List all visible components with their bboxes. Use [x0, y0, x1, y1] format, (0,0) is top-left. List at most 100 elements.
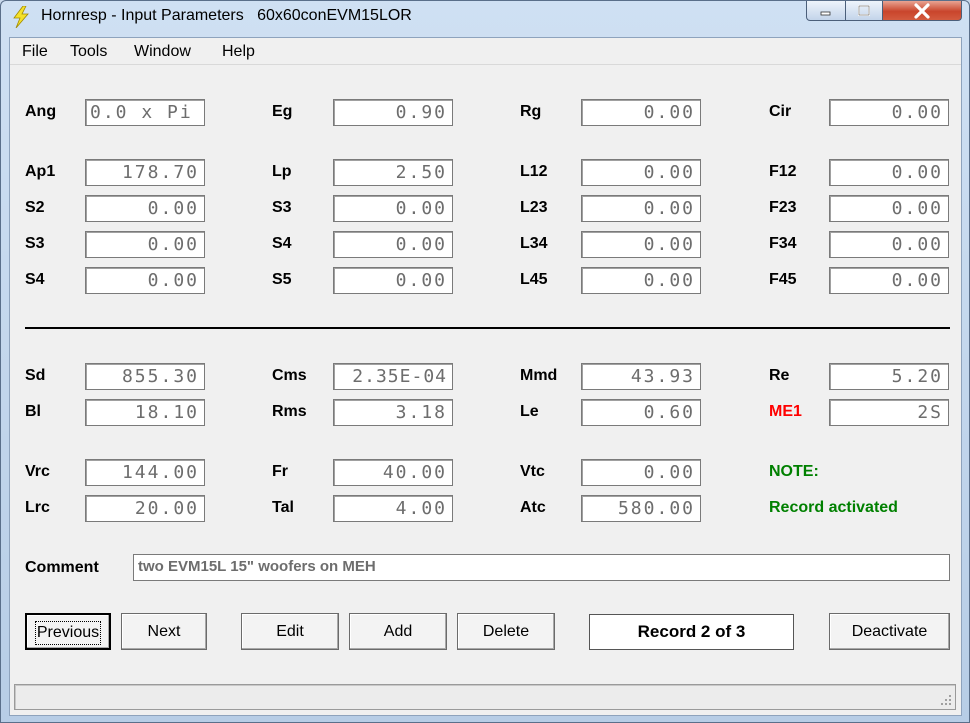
param-field[interactable]: 20.00	[85, 495, 205, 522]
param-label: S2	[25, 199, 45, 216]
menu-tools[interactable]: Tools	[70, 43, 107, 61]
title-bar[interactable]: Hornresp - Input Parameters 60x60conEVM1…	[1, 1, 969, 35]
edit-button[interactable]: Edit	[241, 613, 339, 650]
param-field[interactable]: 0.00	[581, 231, 701, 258]
param-label: Vrc	[25, 463, 50, 480]
param-label: Lrc	[25, 499, 50, 516]
record-indicator: Record 2 of 3	[589, 614, 794, 650]
param-field[interactable]: 0.00	[85, 195, 205, 222]
minimize-button[interactable]	[806, 1, 846, 21]
delete-button-label: Delete	[482, 623, 530, 640]
param-field[interactable]: 0.00	[581, 195, 701, 222]
deactivate-button-label: Deactivate	[851, 623, 928, 640]
param-label: Cms	[272, 367, 307, 384]
close-button[interactable]	[882, 1, 962, 21]
param-field[interactable]: 3.18	[333, 399, 453, 426]
comment-label: Comment	[25, 559, 99, 576]
previous-button-label: Previous	[34, 621, 102, 645]
param-field[interactable]: 580.00	[581, 495, 701, 522]
main-window: Hornresp - Input Parameters 60x60conEVM1…	[0, 0, 970, 723]
param-field[interactable]: 43.93	[581, 363, 701, 390]
param-field[interactable]: 0.00	[581, 267, 701, 294]
param-label: Fr	[272, 463, 288, 480]
param-label: Ap1	[25, 163, 56, 180]
comment-field[interactable]: two EVM15L 15" woofers on MEH	[133, 554, 950, 581]
param-label: F23	[769, 199, 797, 216]
param-field[interactable]: 0.00	[333, 231, 453, 258]
param-label: L23	[520, 199, 548, 216]
resize-grip-icon[interactable]	[940, 694, 952, 706]
edit-button-label: Edit	[276, 623, 304, 640]
param-label: F12	[769, 163, 797, 180]
param-field[interactable]: 144.00	[85, 459, 205, 486]
param-label: Lp	[272, 163, 292, 180]
param-field[interactable]: 0.90	[333, 99, 453, 126]
add-button-label: Add	[383, 623, 413, 640]
param-field[interactable]: 0.0 x Pi	[85, 99, 205, 126]
param-label: Eg	[272, 103, 293, 120]
param-label: Sd	[25, 367, 46, 384]
section-divider	[25, 327, 950, 329]
next-button[interactable]: Next	[121, 613, 207, 650]
param-field[interactable]: 2.35E-04	[333, 363, 453, 390]
param-field[interactable]: 855.30	[85, 363, 205, 390]
client-area: File Tools Window Help Ang 0.0 x Pi Eg 0…	[9, 37, 962, 716]
param-label: Tal	[272, 499, 294, 516]
next-button-label: Next	[147, 623, 181, 640]
param-label: S5	[272, 271, 292, 288]
param-label: Rg	[520, 103, 542, 120]
param-field[interactable]: 0.00	[829, 231, 949, 258]
param-field[interactable]: 0.00	[829, 267, 949, 294]
menu-help[interactable]: Help	[222, 43, 255, 61]
param-label: Le	[520, 403, 539, 420]
previous-button[interactable]: Previous	[25, 613, 111, 650]
param-field[interactable]: 2S	[829, 399, 949, 426]
status-bar	[14, 684, 956, 710]
maximize-button[interactable]	[845, 1, 883, 21]
param-label: Re	[769, 367, 790, 384]
param-field[interactable]: 0.00	[85, 231, 205, 258]
param-label: Mmd	[520, 367, 558, 384]
lightning-icon	[13, 6, 29, 28]
param-field[interactable]: 0.00	[829, 99, 949, 126]
param-label: F34	[769, 235, 797, 252]
param-label: S3	[272, 199, 292, 216]
add-button[interactable]: Add	[349, 613, 447, 650]
param-label: F45	[769, 271, 797, 288]
menu-window[interactable]: Window	[134, 43, 191, 61]
delete-button[interactable]: Delete	[457, 613, 555, 650]
param-label: Rms	[272, 403, 307, 420]
menu-bar: File Tools Window Help	[10, 38, 961, 65]
param-label: Cir	[769, 103, 792, 120]
param-label: S4	[25, 271, 45, 288]
param-field[interactable]: 0.00	[581, 159, 701, 186]
param-field[interactable]: 0.00	[829, 159, 949, 186]
param-field[interactable]: 18.10	[85, 399, 205, 426]
minimize-icon	[820, 11, 831, 15]
param-field[interactable]: 0.00	[829, 195, 949, 222]
param-field[interactable]: 0.60	[581, 399, 701, 426]
param-label: Atc	[520, 499, 546, 516]
deactivate-button[interactable]: Deactivate	[829, 613, 950, 650]
maximize-icon	[858, 4, 870, 16]
param-field[interactable]: 178.70	[85, 159, 205, 186]
note-text: Record activated	[769, 499, 898, 516]
param-label: L12	[520, 163, 548, 180]
param-field[interactable]: 40.00	[333, 459, 453, 486]
param-field[interactable]: 0.00	[581, 99, 701, 126]
param-label: L45	[520, 271, 548, 288]
param-field[interactable]: 2.50	[333, 159, 453, 186]
param-field[interactable]: 0.00	[581, 459, 701, 486]
param-label: Ang	[25, 103, 57, 120]
param-label: Bl	[25, 403, 41, 420]
param-field[interactable]: 0.00	[333, 195, 453, 222]
window-title: Hornresp - Input Parameters 60x60conEVM1…	[41, 7, 412, 24]
param-label: Vtc	[520, 463, 545, 480]
param-field[interactable]: 0.00	[333, 267, 453, 294]
menu-file[interactable]: File	[22, 43, 48, 61]
param-field[interactable]: 5.20	[829, 363, 949, 390]
note-title: NOTE:	[769, 463, 819, 480]
param-field[interactable]: 4.00	[333, 495, 453, 522]
param-field[interactable]: 0.00	[85, 267, 205, 294]
param-label: L34	[520, 235, 548, 252]
